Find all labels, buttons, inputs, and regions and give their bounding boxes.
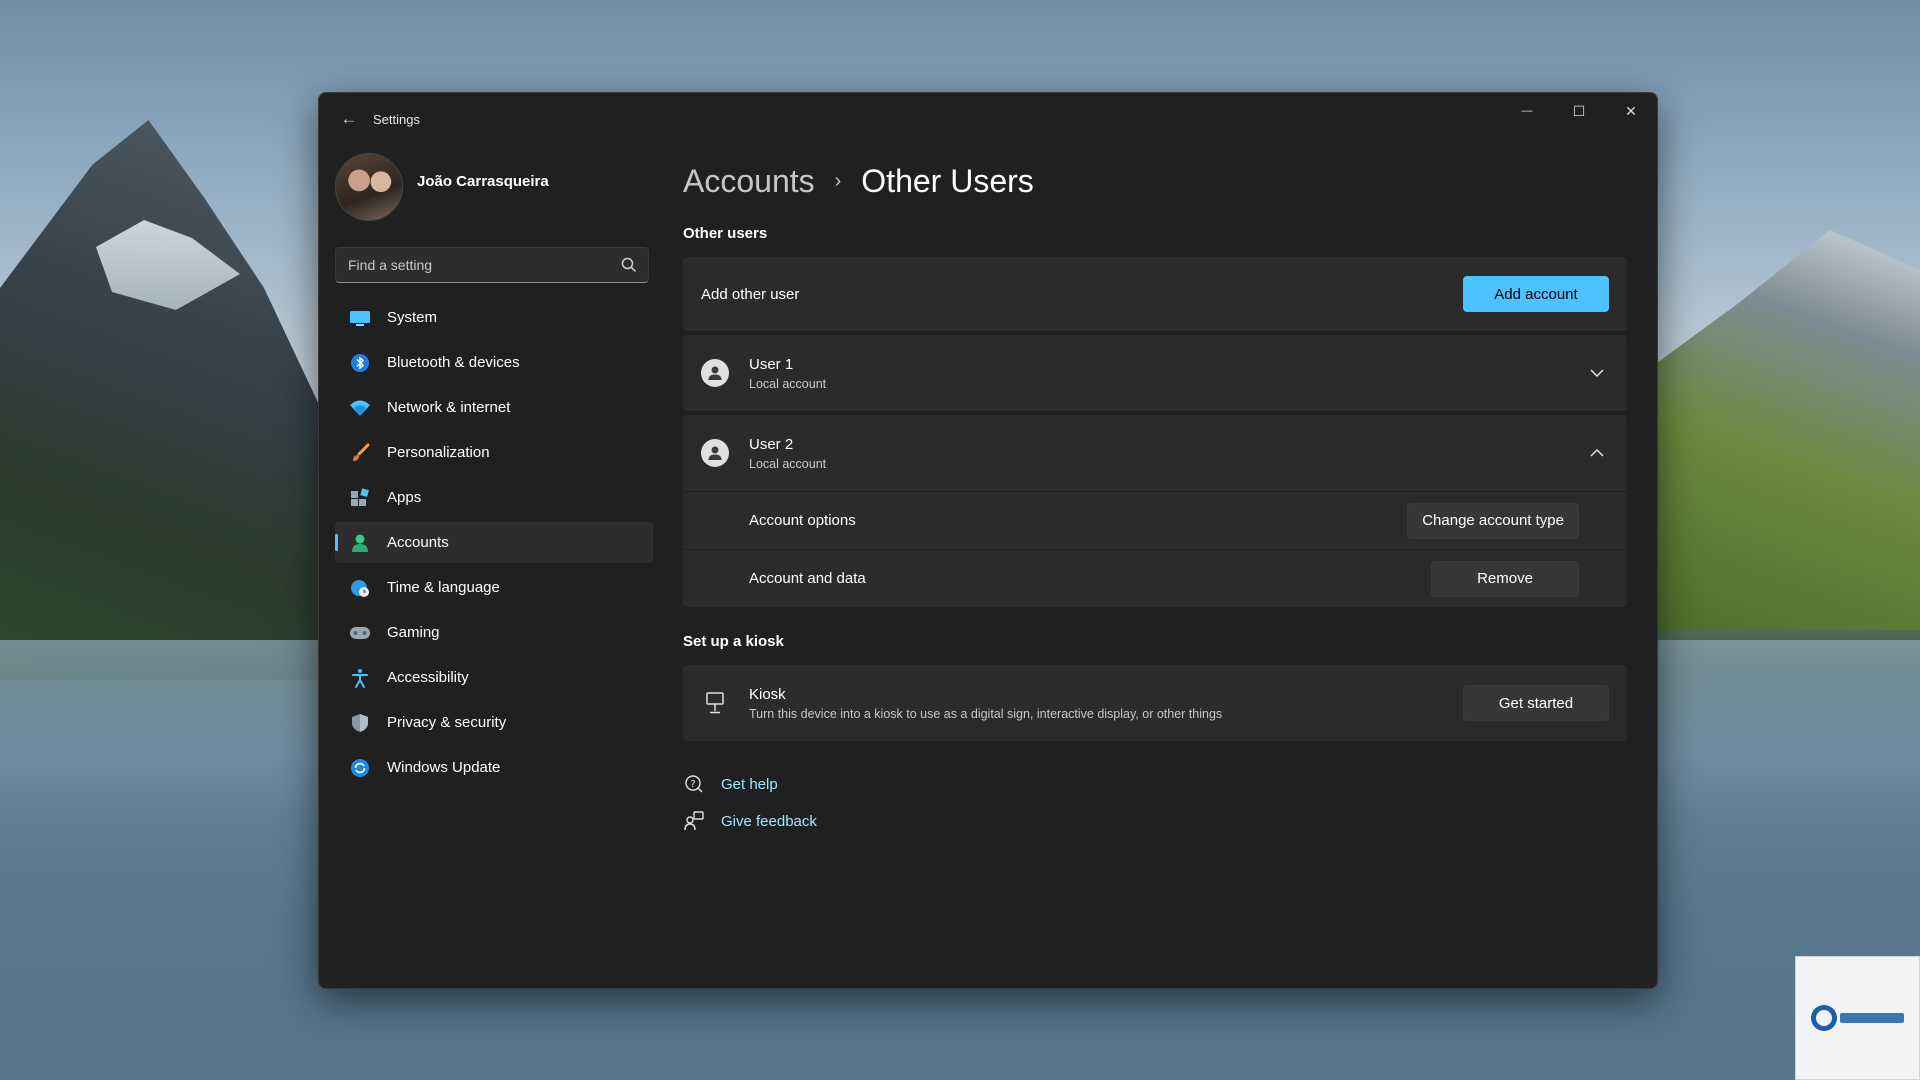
app-title: Settings [373,112,420,127]
user-icon [701,439,729,467]
sidebar-item-label: Accessibility [387,669,469,686]
user-account-type: Local account [749,456,827,471]
add-other-user-card: Add other user Add account [683,257,1627,331]
search-box [335,247,649,283]
help-icon: ? [683,773,705,795]
logo-mark-icon [1810,1005,1904,1031]
profile-name: João Carrasqueira [417,173,549,190]
account-and-data-row: Account and data Remove [683,549,1627,607]
sidebar-item-system[interactable]: System [335,297,653,338]
sidebar: João Carrasqueira System Bluetooth & dev… [335,153,653,792]
kiosk-heading: Set up a kiosk [683,633,784,650]
kiosk-title: Kiosk [749,685,786,703]
sidebar-item-time-language[interactable]: Time & language [335,567,653,608]
give-feedback-text[interactable]: Give feedback [721,813,817,830]
kiosk-info: Kiosk Turn this device into a kiosk to u… [749,686,1463,721]
paintbrush-icon [349,442,371,464]
sidebar-item-privacy[interactable]: Privacy & security [335,702,653,743]
sidebar-item-label: Gaming [387,624,440,641]
give-feedback-link[interactable]: Give feedback [683,806,1627,836]
sidebar-item-label: Time & language [387,579,500,596]
user-profile[interactable]: João Carrasqueira [335,153,653,229]
account-options-label: Account options [749,512,856,529]
minimize-icon: — [1521,105,1533,117]
apps-icon [349,487,371,509]
accessibility-icon [349,667,371,689]
user-row-user-1[interactable]: User 1 Local account [683,335,1627,411]
sidebar-item-label: System [387,309,438,326]
feedback-icon [683,810,705,832]
back-arrow-icon: ← [340,109,358,128]
sidebar-item-bluetooth[interactable]: Bluetooth & devices [335,342,653,383]
minimize-button[interactable]: — [1501,93,1553,129]
sidebar-item-label: Personalization [387,444,490,461]
wallpaper-mountain-left [0,120,330,680]
close-button[interactable]: ✕ [1605,93,1657,129]
kiosk-description: Turn this device into a kiosk to use as … [749,706,1223,721]
add-other-user-label: Add other user [701,285,800,303]
breadcrumb: Accounts › Other Users [683,153,1627,209]
sidebar-item-label: Network & internet [387,399,511,416]
accounts-icon [349,532,371,554]
gamepad-icon [349,622,371,644]
remove-button[interactable]: Remove [1431,560,1579,597]
sidebar-item-accounts[interactable]: Accounts [335,522,653,563]
help-links: ? Get help Give feedback [683,769,1627,836]
sidebar-nav: System Bluetooth & devices Network & int… [335,297,653,788]
sidebar-item-label: Windows Update [387,759,501,776]
wifi-icon [349,397,371,419]
sidebar-item-windows-update[interactable]: Windows Update [335,747,653,788]
title-bar: ← Settings — ☐ ✕ [319,93,1657,145]
user-row-user-2[interactable]: User 2 Local account [683,415,1627,491]
update-icon [349,757,371,779]
kiosk-card: Kiosk Turn this device into a kiosk to u… [683,665,1627,741]
sidebar-item-label: Apps [387,489,422,506]
shield-icon [349,712,371,734]
sidebar-item-apps[interactable]: Apps [335,477,653,518]
back-button[interactable]: ← [337,107,361,131]
maximize-button[interactable]: ☐ [1553,93,1605,129]
sidebar-item-accessibility[interactable]: Accessibility [335,657,653,698]
chevron-up-icon[interactable] [1585,441,1609,465]
user-name: User 1 [749,355,794,373]
bluetooth-icon [349,352,371,374]
avatar [335,153,403,221]
account-options-row: Account options Change account type [683,491,1627,549]
sidebar-item-personalization[interactable]: Personalization [335,432,653,473]
get-started-button[interactable]: Get started [1463,685,1609,721]
search-icon[interactable] [620,256,638,274]
change-account-type-button[interactable]: Change account type [1407,502,1579,539]
sidebar-item-label: Privacy & security [387,714,507,731]
main-content: Accounts › Other Users Other users Add o… [683,153,1627,843]
user-info: User 2 Local account [749,436,1585,471]
account-and-data-label: Account and data [749,570,866,587]
svg-text:?: ? [690,779,695,790]
settings-window: ← Settings — ☐ ✕ João Carrasqueira Find … [318,92,1658,989]
chevron-down-icon[interactable] [1585,361,1609,385]
user-account-type: Local account [749,376,827,391]
wallpaper-mountain-right [1620,230,1920,630]
get-help-link[interactable]: ? Get help [683,769,1627,799]
search-input[interactable] [336,248,648,282]
maximize-icon: ☐ [1572,102,1586,119]
watermark-logo [1795,956,1920,1080]
globe-clock-icon [349,577,371,599]
other-users-heading: Other users [683,225,768,242]
add-account-button[interactable]: Add account [1463,276,1609,312]
user-info: User 1 Local account [749,356,1585,391]
user-icon [701,359,729,387]
display-icon [349,307,371,329]
user-name: User 2 [749,435,794,453]
get-help-text[interactable]: Get help [721,776,778,793]
page-title: Other Users [861,162,1034,199]
kiosk-icon [701,689,729,717]
sidebar-item-gaming[interactable]: Gaming [335,612,653,653]
close-icon: ✕ [1625,102,1637,119]
user-card-user-2: User 2 Local account Account options Cha… [683,415,1627,607]
sidebar-item-label: Accounts [387,534,449,551]
breadcrumb-parent[interactable]: Accounts [683,163,815,200]
chevron-right-icon: › [834,169,842,192]
sidebar-item-label: Bluetooth & devices [387,354,520,371]
sidebar-item-network[interactable]: Network & internet [335,387,653,428]
